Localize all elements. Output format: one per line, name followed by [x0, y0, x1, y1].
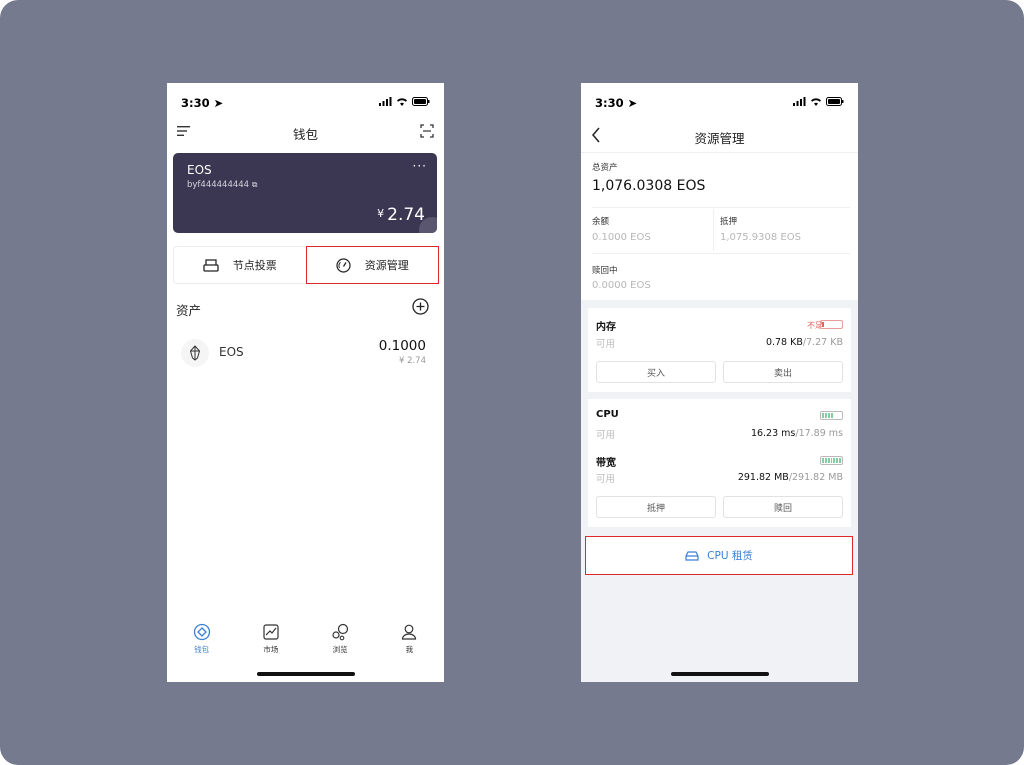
net-battery-icon [820, 456, 843, 465]
presentation-background [0, 0, 1024, 765]
ram-buy-button[interactable]: 买入 [596, 361, 716, 383]
staked-value: 1,075.9308 EOS [720, 232, 801, 243]
bubbles-icon [332, 623, 349, 641]
wallet-icon [193, 623, 210, 641]
tab-bar: 钱包 市场 浏览 我 [167, 623, 444, 663]
add-asset-icon[interactable] [412, 298, 429, 315]
ram-available-label: 可用 [596, 339, 616, 350]
more-button[interactable]: ··· [413, 159, 427, 173]
printer-icon [203, 258, 219, 272]
ram-sell-button[interactable]: 卖出 [723, 361, 843, 383]
drive-icon [685, 550, 699, 561]
wallet-screen: 3:30 ➤ 钱包 EOS byf444444444 ⧉ ··· ¥2.74 节… [167, 83, 444, 682]
asset-item-eos[interactable]: EOS 0.1000 ¥ 2.74 [167, 335, 444, 375]
status-bar: 3:30 ➤ [581, 83, 858, 121]
ram-title: 内存 [596, 322, 616, 333]
resource-management-screen: 3:30 ➤ 资源管理 总资产 1,076.0308 EOS 余额 0.1000… [581, 83, 858, 682]
tab-me[interactable]: 我 [375, 623, 444, 663]
staked-label: 抵押 [720, 217, 738, 227]
redeeming-label: 赎回中 [592, 266, 618, 276]
total-assets-label: 总资产 [592, 163, 618, 173]
asset-name: EOS [219, 345, 244, 359]
stake-button[interactable]: 抵押 [596, 496, 716, 518]
tab-market[interactable]: 市场 [236, 623, 305, 663]
cpu-rent-button[interactable]: CPU 租赁 [585, 536, 853, 575]
ram-panel: 内存 不足 可用 0.78 KB/7.27 KB 买入 卖出 [588, 308, 851, 392]
status-bar: 3:30 ➤ [167, 83, 444, 121]
home-indicator [256, 672, 355, 676]
net-usage: 291.82 MB/291.82 MB [737, 472, 843, 483]
wallet-card[interactable]: EOS byf444444444 ⧉ ··· ¥2.74 [173, 153, 437, 233]
redeeming-value: 0.0000 EOS [592, 280, 651, 291]
balance-label: 余额 [592, 217, 610, 227]
signal-icon [793, 97, 806, 106]
tab-wallet[interactable]: 钱包 [167, 623, 236, 663]
gauge-icon [336, 257, 351, 273]
user-icon [402, 624, 417, 640]
wallet-actions: 节点投票 资源管理 [173, 246, 439, 284]
battery-icon [826, 97, 844, 106]
asset-amount: 0.1000 [378, 338, 426, 354]
chart-icon [263, 624, 279, 640]
page-title: 资源管理 [694, 131, 745, 146]
ram-battery-icon [820, 320, 843, 329]
wifi-icon [811, 98, 821, 106]
cpu-net-panel: CPU 可用 16.23 ms/17.89 ms 带宽 可用 291.82 MB… [588, 399, 851, 527]
cpu-available-label: 可用 [596, 430, 616, 441]
net-available-label: 可用 [596, 474, 616, 485]
wallet-balance: ¥2.74 [377, 205, 425, 225]
tab-browse[interactable]: 浏览 [306, 623, 375, 663]
signal-icon [379, 97, 392, 106]
eos-logo-icon [181, 339, 209, 367]
wallet-name: EOS [187, 163, 212, 177]
redeem-button[interactable]: 赎回 [723, 496, 843, 518]
scan-icon[interactable] [420, 124, 434, 138]
battery-icon [412, 97, 430, 106]
net-title: 带宽 [596, 458, 616, 469]
page-title: 钱包 [292, 127, 318, 142]
resource-management-button[interactable]: 资源管理 [305, 246, 439, 284]
assets-title: 资产 [176, 303, 202, 318]
home-indicator [670, 672, 769, 676]
total-assets-value: 1,076.0308 EOS [592, 178, 706, 194]
wifi-icon [397, 98, 407, 106]
node-vote-button[interactable]: 节点投票 [174, 247, 306, 283]
ram-usage: 0.78 KB/7.27 KB [765, 337, 843, 348]
wallet-address: byf444444444 ⧉ [187, 180, 258, 190]
cpu-usage: 16.23 ms/17.89 ms [750, 428, 843, 439]
cpu-battery-icon [820, 411, 843, 420]
copy-icon[interactable]: ⧉ [252, 180, 258, 189]
asset-fiat-value: ¥ 2.74 [398, 356, 426, 366]
status-time: 3:30 ➤ [595, 96, 638, 110]
cpu-title: CPU [596, 409, 619, 420]
status-time: 3:30 ➤ [181, 96, 224, 110]
balance-value: 0.1000 EOS [592, 232, 651, 243]
